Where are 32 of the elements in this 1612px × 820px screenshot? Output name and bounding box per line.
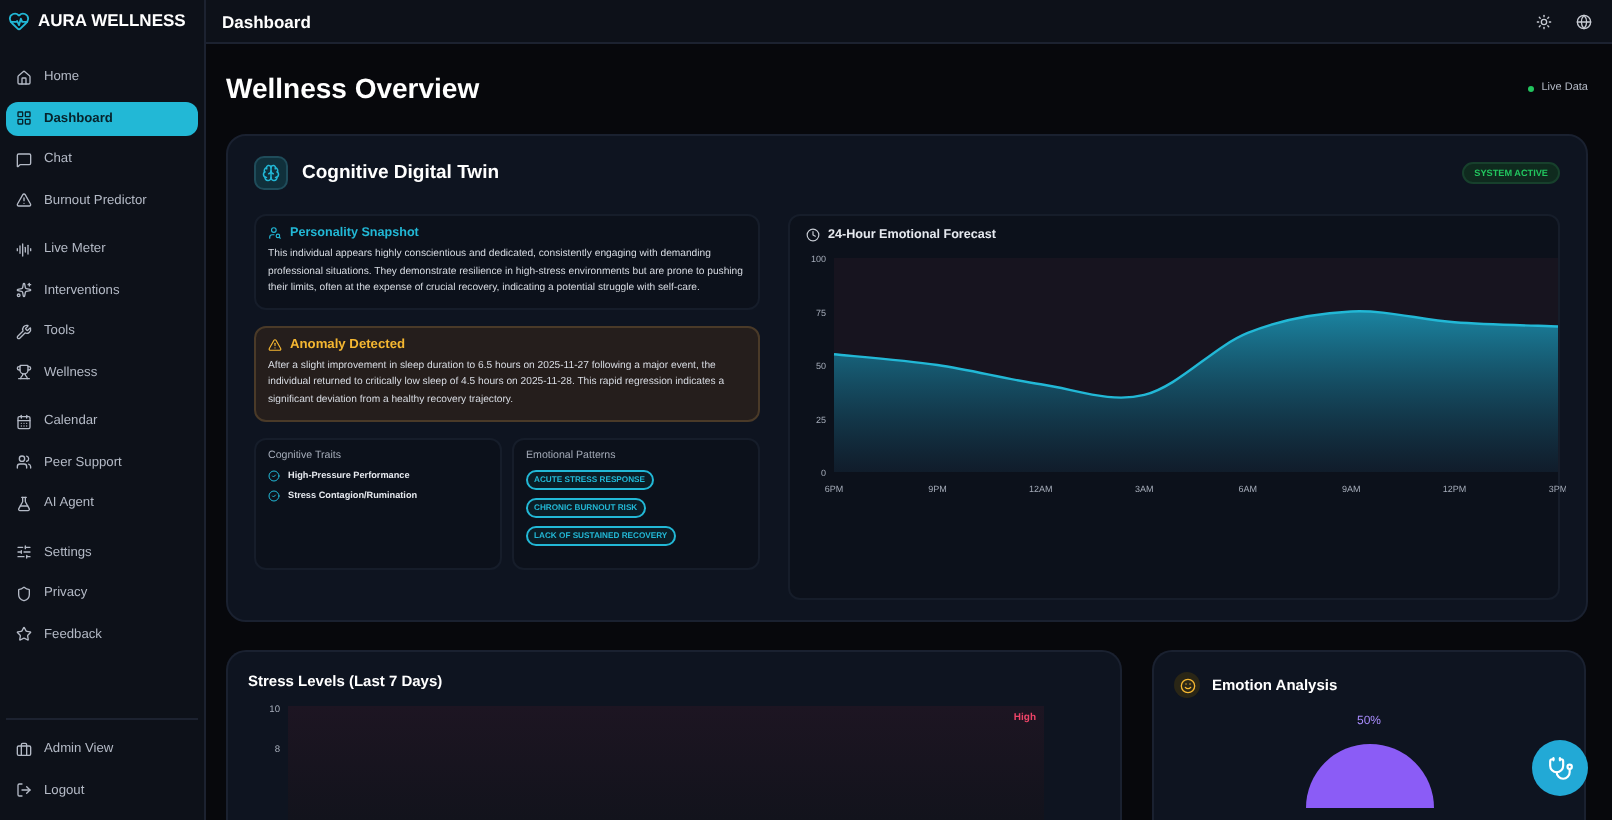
home-icon (16, 69, 32, 86)
briefcase-icon (16, 741, 32, 758)
sparkle-icon (16, 282, 32, 299)
star-icon (16, 626, 32, 643)
heart-logo-icon (8, 9, 30, 31)
sliders-icon (16, 544, 32, 561)
brand-name: AURA WELLNESS (38, 10, 186, 30)
card-title: Cognitive Digital Twin (302, 162, 500, 184)
smiley-icon (1174, 672, 1200, 698)
clock-icon (806, 228, 820, 242)
globe-icon[interactable] (1576, 13, 1592, 29)
status-dot (1527, 85, 1534, 91)
people-icon (16, 454, 32, 471)
user-icon (268, 226, 282, 240)
calendar-icon (16, 413, 32, 430)
shield-icon (16, 585, 32, 602)
header-title: Dashboard (222, 11, 311, 31)
trophy-icon (16, 364, 32, 381)
sun-icon[interactable] (1536, 13, 1552, 29)
flask-icon (16, 495, 32, 512)
stethoscope-icon (1547, 755, 1573, 781)
brain-icon (254, 156, 288, 190)
check-circle-icon (268, 489, 280, 502)
grid-icon (16, 110, 32, 127)
sound-bars-icon (16, 241, 32, 258)
wrench-icon (16, 323, 32, 340)
logout-icon (16, 782, 32, 799)
warning-icon (268, 337, 282, 352)
warning-icon (16, 192, 32, 209)
check-circle-icon (268, 469, 280, 482)
page-title: Wellness Overview (226, 72, 480, 104)
chat-icon (16, 151, 32, 168)
